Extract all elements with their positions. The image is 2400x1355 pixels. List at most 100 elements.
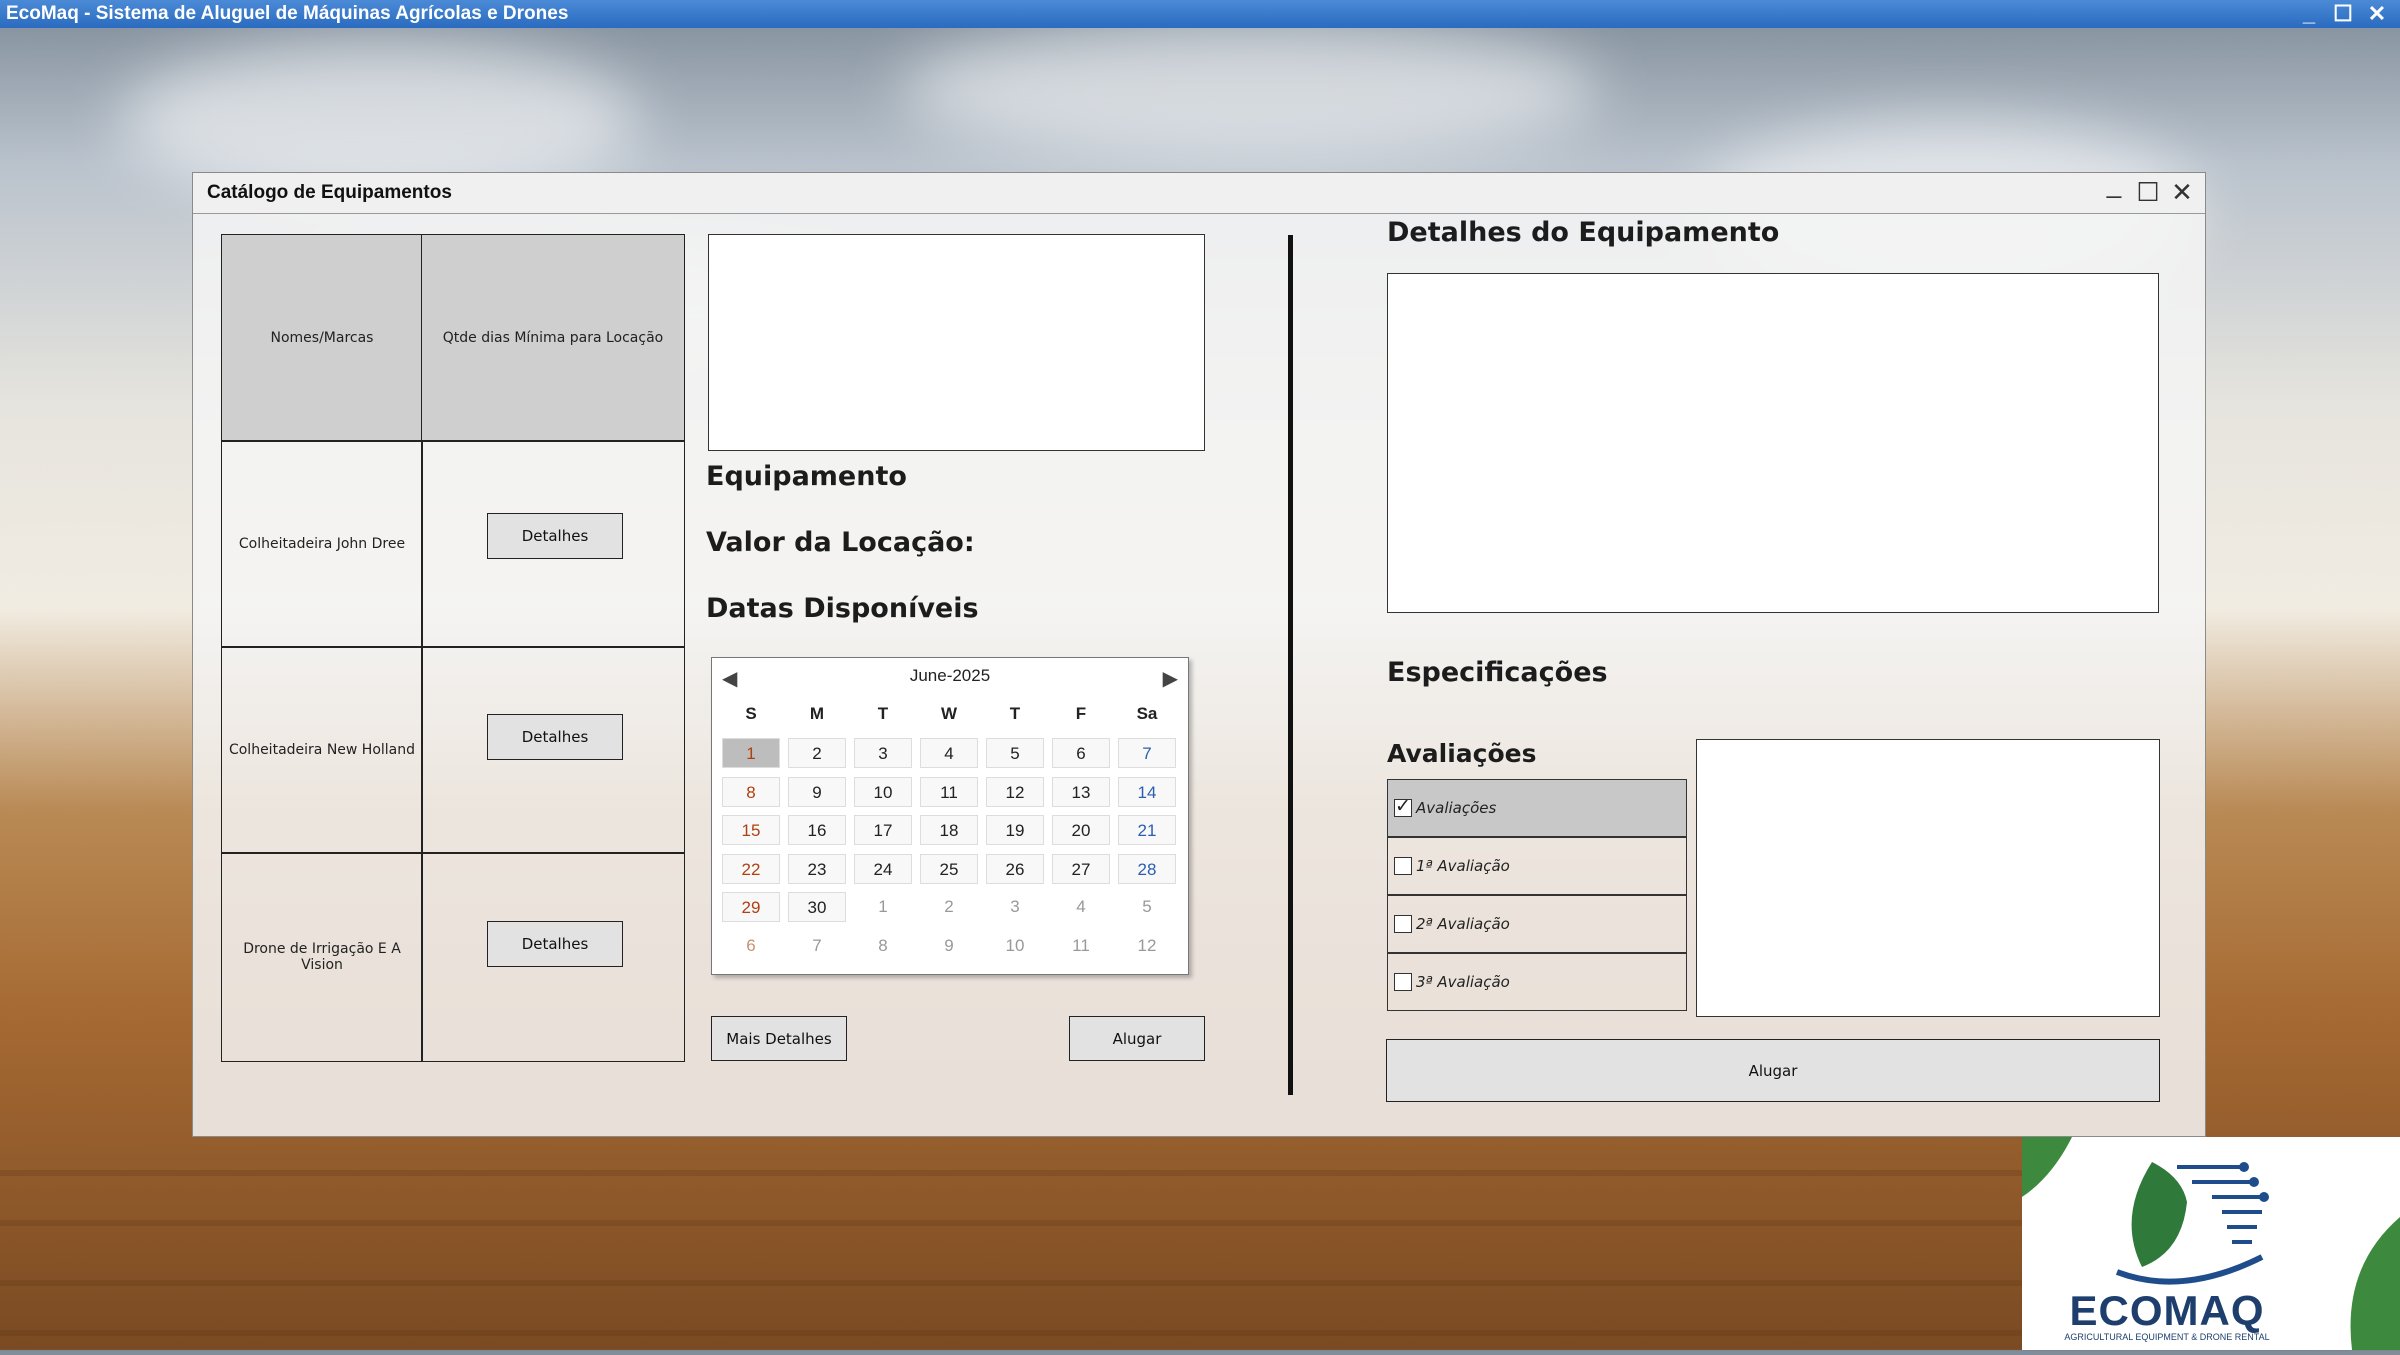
equipment-details-box <box>1387 273 2159 613</box>
calendar-day[interactable]: 26 <box>986 853 1044 884</box>
catalog-window: Catálogo de Equipamentos _ ☐ ✕ Nomes/Mar… <box>192 169 2206 1137</box>
calendar-day[interactable]: 4 <box>920 738 978 768</box>
table-header-min-days: Qtde dias Mínima para Locação <box>421 234 685 442</box>
weekday-label: M <box>809 704 825 723</box>
calendar-day[interactable]: 7 <box>1118 738 1176 768</box>
calendar-day: 3 <box>1010 897 1020 916</box>
rental-value-label: Valor da Locação: <box>706 527 975 558</box>
app-maximize-icon[interactable]: ☐ <box>2326 0 2360 28</box>
window-minimize-icon[interactable]: _ <box>2097 167 2131 201</box>
calendar-day[interactable]: 12 <box>986 776 1044 807</box>
review-label: 1ª Avaliação <box>1416 857 1510 875</box>
app-titlebar: EcoMaq - Sistema de Aluguel de Máquinas … <box>0 0 2400 28</box>
review-row[interactable]: 3ª Avaliação <box>1387 953 1687 1011</box>
review-row[interactable]: Avaliações <box>1387 779 1687 837</box>
logo-text: ECOMAQ <box>2069 1287 2265 1334</box>
calendar-day[interactable]: 30 <box>788 892 846 922</box>
app-minimize-icon[interactable]: _ <box>2292 0 2326 28</box>
calendar-day: 12 <box>1137 935 1157 955</box>
calendar-day[interactable]: 9 <box>788 776 846 807</box>
calendar-day[interactable]: 15 <box>722 815 780 845</box>
weekday-label: S <box>745 704 757 723</box>
reviews-label: Avaliações <box>1387 739 1537 768</box>
calendar-day[interactable]: 27 <box>1052 853 1110 884</box>
calendar-day: 5 <box>1142 897 1152 916</box>
table-row-name: Drone de Irrigação E A Vision <box>221 852 423 1062</box>
calendar-day[interactable]: 11 <box>920 776 978 807</box>
table-row-action: Detalhes <box>421 852 685 1062</box>
calendar-day[interactable]: 18 <box>920 815 978 845</box>
app-title: EcoMaq - Sistema de Aluguel de Máquinas … <box>6 3 569 24</box>
calendar-day[interactable]: 1 <box>722 738 780 768</box>
table-row-name: Colheitadeira John Dree <box>221 440 423 648</box>
ecomaq-logo: ECOMAQ AGRICULTURAL EQUIPMENT & DRONE RE… <box>2022 1137 2400 1350</box>
calendar-day: 2 <box>944 897 954 916</box>
details-button[interactable]: Detalhes <box>487 921 623 967</box>
calendar-day[interactable]: 16 <box>788 815 846 845</box>
more-details-button[interactable]: Mais Detalhes <box>711 1016 847 1061</box>
calendar-day[interactable]: 3 <box>854 738 912 768</box>
table-row-action: Detalhes <box>421 646 685 854</box>
weekday-label: T <box>1009 704 1021 723</box>
calendar-day[interactable]: 13 <box>1052 776 1110 807</box>
calendar-day[interactable]: 17 <box>854 815 912 845</box>
window-maximize-icon[interactable]: ☐ <box>2131 175 2165 209</box>
date-calendar[interactable]: ◀ June-2025 ▶ S M T W T F Sa 1 2 3 4 5 6 7 8 9 10 11 12 13 1… <box>711 657 1189 975</box>
calendar-day[interactable]: 14 <box>1118 776 1176 807</box>
calendar-day[interactable]: 10 <box>854 776 912 807</box>
specifications-label: Especificações <box>1387 657 1608 688</box>
calendar-day: 4 <box>1076 897 1086 916</box>
checkbox-icon[interactable] <box>1394 795 1412 817</box>
calendar-day[interactable]: 23 <box>788 853 846 884</box>
calendar-month: June-2025 <box>909 666 991 685</box>
calendar-day[interactable]: 22 <box>722 853 780 884</box>
weekday-label: F <box>1075 704 1087 723</box>
calendar-day[interactable]: 25 <box>920 853 978 884</box>
calendar-day[interactable]: 24 <box>854 853 912 884</box>
calendar-day[interactable]: 5 <box>986 738 1044 768</box>
review-row[interactable]: 2ª Avaliação <box>1387 895 1687 953</box>
rent-button-main[interactable]: Alugar <box>1386 1039 2160 1102</box>
table-header-name: Nomes/Marcas <box>221 234 423 442</box>
calendar-day: 11 <box>1072 935 1090 955</box>
available-dates-label: Datas Disponíveis <box>706 593 979 624</box>
review-label: 3ª Avaliação <box>1416 973 1510 991</box>
checkbox-icon[interactable] <box>1394 857 1412 875</box>
calendar-day[interactable]: 21 <box>1118 815 1176 845</box>
calendar-day[interactable]: 29 <box>722 892 780 922</box>
review-row[interactable]: 1ª Avaliação <box>1387 837 1687 895</box>
equipment-image-box <box>708 234 1205 451</box>
weekday-label: Sa <box>1136 704 1158 723</box>
review-text-box <box>1696 739 2160 1017</box>
logo-tagline: AGRICULTURAL EQUIPMENT & DRONE RENTAL <box>2064 1332 2270 1342</box>
calendar-day[interactable]: 20 <box>1052 815 1110 845</box>
calendar-day[interactable]: 8 <box>722 776 780 807</box>
calendar-day: 9 <box>944 935 954 955</box>
checkbox-icon[interactable] <box>1394 973 1412 991</box>
equipment-label: Equipamento <box>706 461 907 492</box>
window-title: Catálogo de Equipamentos <box>207 182 452 203</box>
table-row-name: Colheitadeira New Holland <box>221 646 423 854</box>
next-month-icon[interactable]: ▶ <box>1163 666 1178 691</box>
rent-button[interactable]: Alugar <box>1069 1016 1205 1061</box>
checkbox-icon[interactable] <box>1394 915 1412 933</box>
calendar-day: 10 <box>1005 935 1025 955</box>
calendar-day: 1 <box>878 897 888 916</box>
calendar-day: 6 <box>746 935 756 955</box>
table-row-action: Detalhes <box>421 440 685 648</box>
calendar-day[interactable]: 2 <box>788 738 846 768</box>
calendar-day[interactable]: 19 <box>986 815 1044 845</box>
window-close-icon[interactable]: ✕ <box>2165 175 2199 209</box>
calendar-day[interactable]: 28 <box>1118 853 1176 884</box>
calendar-day[interactable]: 6 <box>1052 738 1110 768</box>
divider <box>1288 235 1293 1095</box>
details-button[interactable]: Detalhes <box>487 714 623 760</box>
weekday-label: W <box>940 704 958 723</box>
review-label: 2ª Avaliação <box>1416 915 1510 933</box>
window-header: Catálogo de Equipamentos _ ☐ ✕ <box>193 169 2205 214</box>
calendar-day: 8 <box>878 935 888 955</box>
details-button[interactable]: Detalhes <box>487 513 623 559</box>
calendar-day: 7 <box>812 935 822 955</box>
app-close-icon[interactable]: ✕ <box>2360 0 2394 28</box>
equipment-details-title: Detalhes do Equipamento <box>1387 217 1780 248</box>
